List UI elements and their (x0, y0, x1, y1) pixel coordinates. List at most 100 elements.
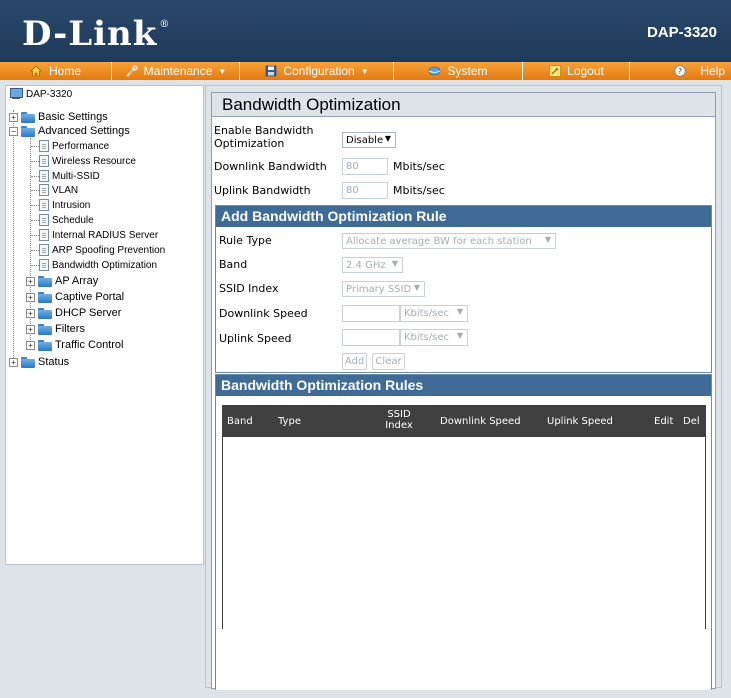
expand-icon[interactable]: + (26, 340, 35, 350)
tree-item-vlan[interactable]: VLAN (39, 184, 78, 196)
tree-item-performance[interactable]: Performance (39, 140, 109, 152)
tree-item-traffic-control[interactable]: + Traffic Control (26, 339, 123, 351)
tree-item-schedule[interactable]: Schedule (39, 214, 94, 226)
nav-system-label: System (447, 64, 488, 78)
collapse-icon[interactable]: − (9, 126, 18, 136)
page-icon (39, 184, 49, 196)
page-icon (39, 140, 49, 152)
tree-item-arp-spoofing-prevention[interactable]: ARP Spoofing Prevention (39, 244, 165, 256)
top-nav: Home Maintenance ▼ Configuration ▼ Syste… (0, 62, 731, 80)
clear-button[interactable]: Clear (372, 353, 405, 370)
save-disk-icon (264, 65, 277, 78)
rule-type-select[interactable]: Allocate average BW for each station ▼ (342, 233, 556, 249)
tree-item-captive-portal[interactable]: + Captive Portal (26, 291, 124, 303)
expand-icon[interactable]: + (26, 308, 35, 318)
enable-bw-label-line2: Optimization (214, 137, 285, 150)
tree-item-multi-ssid[interactable]: Multi-SSID (39, 170, 100, 182)
page-icon (39, 259, 49, 271)
tree-item-bandwidth-optimization[interactable]: Bandwidth Optimization (39, 259, 157, 271)
tree-item-filters[interactable]: + Filters (26, 323, 85, 335)
col-uplink-speed: Uplink Speed (547, 416, 613, 427)
globe-icon (428, 65, 441, 78)
tree-item-label: Bandwidth Optimization (52, 259, 158, 271)
svg-text:?: ? (678, 67, 682, 76)
tree-item-label: ARP Spoofing Prevention (52, 244, 166, 256)
rule-type-label: Rule Type (219, 234, 272, 247)
tree-item-internal-radius-server[interactable]: Internal RADIUS Server (39, 229, 158, 241)
tree-item-intrusion[interactable]: Intrusion (39, 199, 90, 211)
ssid-index-select[interactable]: Primary SSID ▼ (342, 281, 425, 297)
page-icon (39, 199, 49, 211)
tree-item-label: Internal RADIUS Server (52, 229, 159, 241)
uplink-speed-input[interactable] (342, 329, 400, 346)
uplink-speed-label: Uplink Speed (219, 332, 292, 345)
chevron-down-icon: ▼ (384, 134, 391, 143)
navigation-tree: DAP-3320 + Basic Settings − Advanced Set… (5, 85, 204, 565)
tree-item-wireless-resource[interactable]: Wireless Resource (39, 155, 136, 167)
folder-icon (38, 275, 52, 287)
nav-system[interactable]: System (394, 62, 523, 80)
tree-item-basic-settings[interactable]: + Basic Settings (9, 111, 108, 123)
computer-icon (9, 88, 23, 100)
tree-item-status[interactable]: + Status (9, 356, 69, 368)
tree-item-label: Filters (55, 323, 85, 335)
uplink-bw-input[interactable]: 80 (342, 182, 388, 199)
expand-icon[interactable]: + (26, 276, 35, 286)
nav-configuration-label: Configuration (283, 64, 355, 78)
tree-connector (31, 235, 39, 236)
home-icon (30, 65, 43, 78)
tree-item-label: Performance (52, 140, 110, 152)
uplink-speed-unit-value: Kbits/sec (404, 332, 450, 343)
tree-item-label: Basic Settings (38, 111, 108, 123)
tree-connector (31, 205, 39, 206)
expand-icon[interactable]: + (26, 292, 35, 302)
nav-home[interactable]: Home (0, 62, 112, 80)
col-band: Band (227, 416, 253, 427)
expand-icon[interactable]: + (9, 357, 18, 367)
chevron-down-icon: ▼ (413, 283, 420, 292)
header-bar: D-Link ® DAP-3320 (0, 0, 731, 62)
expand-icon[interactable]: + (9, 112, 18, 122)
page-icon (39, 229, 49, 241)
ssid-index-label: SSID Index (219, 282, 279, 295)
tools-icon (125, 65, 138, 78)
nav-maintenance[interactable]: Maintenance ▼ (112, 62, 240, 80)
downlink-speed-input[interactable] (342, 305, 400, 322)
tree-root[interactable]: DAP-3320 (9, 88, 72, 100)
col-ssid-line1: SSID (387, 409, 411, 420)
chevron-down-icon: ▼ (360, 66, 369, 76)
rules-header: Bandwidth Optimization Rules (216, 375, 711, 396)
add-button[interactable]: Add (342, 353, 367, 370)
tree-item-label: Intrusion (52, 199, 91, 211)
downlink-bw-unit: Mbits/sec (393, 160, 445, 173)
chevron-down-icon: ▼ (391, 259, 398, 268)
tree-root-label: DAP-3320 (26, 88, 73, 100)
tree-item-dhcp-server[interactable]: + DHCP Server (26, 307, 121, 319)
downlink-bw-input[interactable]: 80 (342, 158, 388, 175)
downlink-speed-unit-select[interactable]: Kbits/sec ▼ (400, 305, 468, 322)
model-name: DAP-3320 (646, 24, 717, 41)
col-edit: Edit (654, 416, 674, 427)
nav-configuration[interactable]: Configuration ▼ (240, 62, 394, 80)
nav-home-label: Home (48, 64, 81, 78)
tree-item-advanced-settings[interactable]: − Advanced Settings (9, 125, 130, 137)
enable-bw-label-line1: Enable Bandwidth (214, 124, 314, 137)
main-panel: Bandwidth Optimization Enable Bandwidth … (205, 85, 722, 690)
tree-item-label: Wireless Resource (52, 155, 136, 167)
col-downlink-speed: Downlink Speed (440, 416, 521, 427)
enable-bw-select[interactable]: Disable ▼ (342, 132, 396, 148)
tree-connector (31, 176, 39, 177)
help-icon: ? (673, 65, 686, 78)
tree-item-ap-array[interactable]: + AP Array (26, 275, 98, 287)
rules-section: Bandwidth Optimization Rules Band Type S… (215, 374, 712, 690)
band-select[interactable]: 2.4 GHz ▼ (342, 257, 403, 273)
uplink-speed-unit-select[interactable]: Kbits/sec ▼ (400, 329, 468, 346)
folder-icon (38, 291, 52, 303)
uplink-bw-unit: Mbits/sec (393, 184, 445, 197)
nav-help[interactable]: ? Help (630, 62, 731, 80)
nav-logout[interactable]: Logout (523, 62, 630, 80)
tree-item-label: Traffic Control (55, 339, 124, 351)
page-title-bar: Bandwidth Optimization (212, 93, 715, 117)
expand-icon[interactable]: + (26, 324, 35, 334)
nav-maintenance-label: Maintenance (143, 64, 213, 78)
